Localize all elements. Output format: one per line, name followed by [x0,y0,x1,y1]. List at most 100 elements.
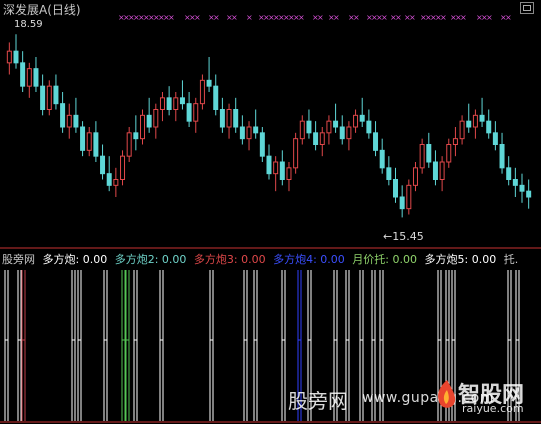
candle-body [526,190,532,198]
candle-body [313,132,319,145]
candle-body [253,126,259,134]
candle-body [60,103,66,128]
signal-bar [121,270,126,421]
candle-body [386,167,392,180]
signal-x-marker: × [231,13,238,22]
candle-body [206,79,212,87]
candle-body [472,114,478,128]
low-price-label: ←15.45 [383,230,424,243]
signal-x-marker: × [505,13,512,22]
candle-body [279,161,285,180]
candle-body [6,50,12,64]
candle-body [93,132,99,157]
candle-body [512,179,518,186]
candle-body [246,126,252,140]
candle-body [379,149,385,169]
signal-x-marker: × [298,13,305,22]
candle-body [366,120,372,134]
candle-body [193,103,199,122]
indicator-name: 股旁网 [2,253,35,266]
candle-body [286,167,292,180]
signal-x-marker: × [395,13,402,22]
signal-bar [159,270,164,421]
candle-body [452,138,458,146]
candle-body [80,126,86,151]
indicator-item: 多方炮2: 0.00 [114,253,187,266]
candle-body [259,132,265,157]
signal-x-marker: × [353,13,360,22]
candle-body [233,109,239,128]
indicator-item: 托. [503,253,519,266]
candle-body [219,109,225,128]
signal-x-marker: × [317,13,324,22]
maximize-button[interactable] [520,2,534,14]
candle-body [139,114,145,140]
candle-body [46,85,52,110]
candle-body [486,120,492,134]
candle-body [299,120,305,140]
candle-body [179,97,185,105]
candle-body [226,109,232,128]
candle-body [346,126,352,140]
watermark-site-name: 股旁网 [288,389,348,413]
candle-body [186,103,192,122]
candle-body [459,120,465,140]
candle-body [239,126,245,140]
signal-bar [103,270,108,421]
signal-bar [21,270,26,421]
signal-x-marker: × [246,13,253,22]
candle-body [266,155,272,175]
signal-x-marker: × [486,13,493,22]
signal-x-marker: × [409,13,416,22]
candle-body [319,132,325,145]
signal-bar [243,270,248,421]
candle-body [466,120,472,128]
signal-bar [125,270,130,421]
kline-chart-canvas[interactable]: ××××××××××× ××× ×× ×× × ××××××××× ×× ×× ×× ×××× ××… [0,0,541,424]
signal-x-marker: × [381,13,388,22]
candle-body [406,184,412,210]
indicator-item: 多方炮4: 0.00 [273,253,345,266]
candle-body [479,114,485,122]
candle-body [173,97,179,111]
candle-body [293,138,299,169]
indicator-header: 股旁网 多方炮: 0.00 多方炮2: 0.00 多方炮3: 0.00 多方炮4… [2,251,522,267]
candle-body [126,132,132,157]
candle-body [373,132,379,151]
candle-body [153,109,159,128]
candle-body [426,144,432,163]
candle-body [13,50,19,64]
signal-x-marker: × [460,13,467,22]
candle-body [26,68,32,87]
candle-body [446,144,452,163]
candle-body [353,114,359,128]
signal-x-marker: × [333,13,340,22]
candle-body [412,167,418,186]
signal-bar [71,270,76,421]
candle-body [40,85,46,110]
candle-body [113,179,119,186]
signal-bar [4,270,9,421]
stock-name: 深发展A [3,3,48,17]
candle-body [439,161,445,180]
candle-body [339,126,345,140]
candle-body [432,161,438,180]
indicator-item: 多方炮: 0.00 [42,253,108,266]
candle-body [159,97,165,111]
candle-body [199,79,205,105]
signal-bar [77,270,82,421]
signal-marker-row: ××××××××××× ××× ×× ×× × ××××××××× ×× ×× ×× ×××× ××… [118,13,512,22]
candle-body [100,155,106,175]
candle-body [399,196,405,210]
candle-body [166,97,172,111]
candle-body [33,68,39,87]
candle-body [73,114,79,128]
signal-bar [209,270,214,421]
signal-x-marker: × [168,13,175,22]
candle-body [499,144,505,169]
indicator-item: 多方炮3: 0.00 [193,253,266,266]
high-price-label: 18.59 [14,19,43,30]
candle-body [120,155,126,181]
candle-body [53,85,59,105]
candle-body [146,114,152,128]
